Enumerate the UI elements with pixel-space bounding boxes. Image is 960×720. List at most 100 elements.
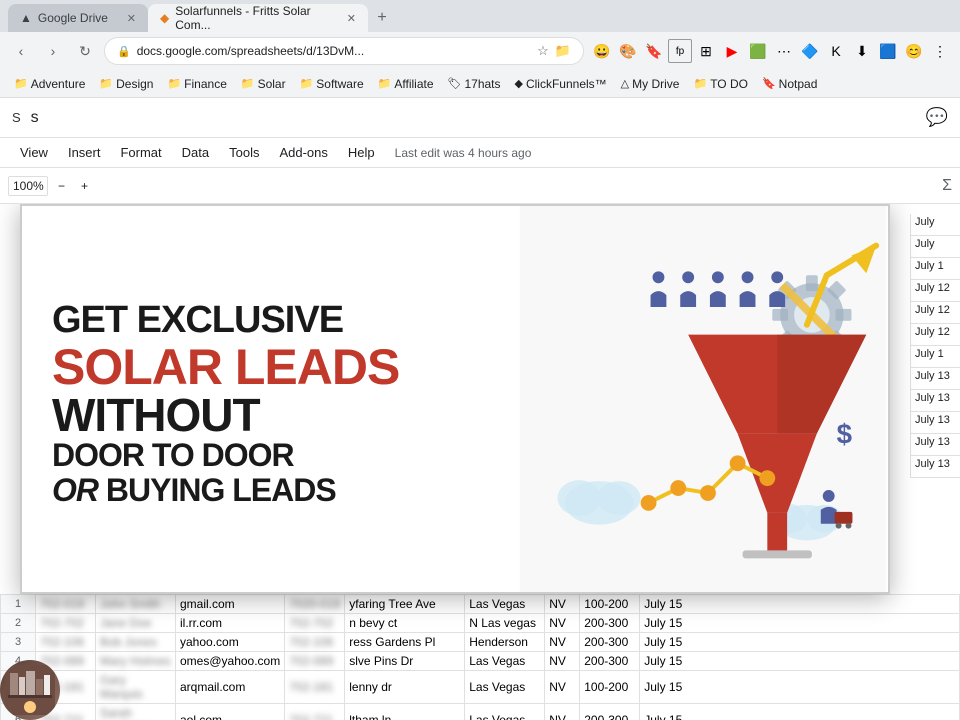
promo-headline-line3: WITHOUT	[52, 392, 488, 438]
bookmark-todo-label: TO DO	[710, 77, 748, 91]
paint-icon[interactable]: 🎨	[616, 39, 640, 63]
profile-avatar[interactable]	[0, 660, 60, 720]
promo-headline-line4: DOOR TO DOOR	[52, 438, 488, 473]
lock-icon: 🔒	[117, 45, 131, 58]
youtube-icon[interactable]: ▶	[720, 39, 744, 63]
promo-graphic-right: $	[518, 206, 888, 592]
folder-adventure-icon: 📁	[14, 77, 28, 90]
table-row: 2 702-702 Jane Doe il.rr.com 702-702 n b…	[1, 614, 960, 633]
cell-name: John Smith	[96, 595, 176, 614]
chat-icon[interactable]: 💬	[926, 107, 948, 128]
right-date-7: July 1	[911, 346, 960, 368]
right-date-1: July	[911, 214, 960, 236]
cell-city-4: Las Vegas	[465, 652, 545, 671]
tab-solarfunnels[interactable]: ◆ Solarfunnels - Fritts Solar Com... ✕	[148, 4, 368, 32]
ext-icon[interactable]: 🔷	[798, 39, 822, 63]
bookmark-notpad-label: Notpad	[779, 77, 818, 91]
promo-headline-line2: SOLAR LEADS	[52, 342, 488, 392]
zoom-level[interactable]: 100%	[8, 176, 48, 196]
solarfunnels-icon: ◆	[160, 11, 169, 25]
bookmark-notpad[interactable]: 🔖 Notpad	[756, 75, 823, 93]
right-date-9: July 13	[911, 390, 960, 412]
bookmark-design-label: Design	[116, 77, 153, 91]
cell-range-3: 200-300	[580, 633, 640, 652]
cell-state-3: NV	[545, 633, 580, 652]
menu-data[interactable]: Data	[174, 141, 217, 164]
tab-close-icon-2[interactable]: ✕	[347, 12, 356, 25]
new-tab-button[interactable]: +	[368, 4, 396, 32]
cell-address-2: n bevy ct	[345, 614, 465, 633]
mydrive-icon: △	[621, 77, 629, 90]
bookmark-solar[interactable]: 📁 Solar	[235, 75, 292, 93]
table-row: 4 702-089 Mary Holmes omes@yahoo.com 702…	[1, 652, 960, 671]
forward-button[interactable]: ›	[40, 38, 66, 64]
profile-bg	[0, 660, 60, 720]
cell-email-1: gmail.com	[176, 595, 285, 614]
cell-date-3: July 15	[640, 633, 960, 652]
table-row: 3 702-106 Bob Jones yahoo.com 702-106 re…	[1, 633, 960, 652]
spreadsheet-area: GET EXCLUSIVE SOLAR LEADS WITHOUT DOOR T…	[0, 204, 960, 720]
bookmark-mydrive[interactable]: △ My Drive	[615, 75, 686, 93]
cell-email-5: arqmail.com	[176, 671, 285, 704]
bookmark-finance[interactable]: 📁 Finance	[161, 75, 232, 93]
folder-icon[interactable]: 📁	[555, 43, 571, 59]
cell-phone2-6: 702-721	[285, 704, 345, 720]
toolbar-zoom-in[interactable]: +	[75, 177, 94, 195]
table-row: 6 702-721 Sarah Lyndham aol.com 702-721 …	[1, 704, 960, 720]
menu-addons-label: Add-ons	[279, 145, 327, 160]
cell-date-6: July 15	[640, 704, 960, 720]
menu-insert[interactable]: Insert	[60, 141, 109, 164]
toolbar-zoom-out[interactable]: −	[52, 177, 71, 195]
bookmark-clickfunnels[interactable]: ◆ ClickFunnels™	[509, 75, 613, 93]
color-swatch-icon[interactable]: 🟩	[746, 39, 770, 63]
spreadsheet-rows-below: 1 702-019 John Smith gmail.com 7020-019 …	[0, 594, 960, 720]
fp-icon[interactable]: fp	[668, 39, 692, 63]
bookmark-icon[interactable]: 🔖	[642, 39, 666, 63]
cell-address-3: ress Gardens Pl	[345, 633, 465, 652]
address-bar[interactable]: 🔒 docs.google.com/spreadsheets/d/13DvM..…	[104, 37, 584, 65]
bookmark-design[interactable]: 📁 Design	[93, 75, 159, 93]
settings-icon[interactable]: ⋮	[928, 39, 952, 63]
sigma-button[interactable]: Σ	[942, 177, 952, 195]
sheets-header-icons: 💬	[926, 107, 948, 128]
smiley2-icon[interactable]: 😊	[902, 39, 926, 63]
bookmark-software[interactable]: 📁 Software	[294, 75, 370, 93]
menu-view[interactable]: View	[12, 141, 56, 164]
folder-finance-icon: 📁	[167, 77, 181, 90]
menu-format[interactable]: Format	[112, 141, 169, 164]
bookmark-mydrive-label: My Drive	[632, 77, 679, 91]
menu-view-label: View	[20, 145, 48, 160]
tab-gdrive[interactable]: ▲ Google Drive ✕	[8, 4, 148, 32]
bookmark-affiliate[interactable]: 📁 Affiliate	[372, 75, 440, 93]
folder-software-icon: 📁	[300, 77, 314, 90]
cell-range-5: 100-200	[580, 671, 640, 704]
bookmark-star-icon[interactable]: ☆	[537, 43, 549, 59]
cell-range-4: 200-300	[580, 652, 640, 671]
bookmark-17hats[interactable]: 🏷 17hats	[442, 75, 507, 93]
sheets-header: S s 💬	[0, 98, 960, 138]
bookmark-todo[interactable]: 📁 TO DO	[687, 75, 753, 93]
puzzle-icon[interactable]: 🟦	[876, 39, 900, 63]
reload-button[interactable]: ↻	[72, 38, 98, 64]
menu-addons[interactable]: Add-ons	[271, 141, 335, 164]
ext2-icon[interactable]: K	[824, 39, 848, 63]
more-icon[interactable]: ⋯	[772, 39, 796, 63]
cell-date-4: July 15	[640, 652, 960, 671]
tab-gdrive-label: Google Drive	[38, 11, 108, 25]
sheets-title: S	[12, 110, 21, 125]
back-button[interactable]: ‹	[8, 38, 34, 64]
menu-help-label: Help	[348, 145, 375, 160]
cell-phone: 702-019	[36, 595, 96, 614]
bookmark-adventure[interactable]: 📁 Adventure	[8, 75, 91, 93]
menu-help[interactable]: Help	[340, 141, 383, 164]
emoji-icon[interactable]: 😀	[590, 39, 614, 63]
download-icon[interactable]: ⬇	[850, 39, 874, 63]
tab-close-icon[interactable]: ✕	[127, 12, 136, 25]
right-date-5: July 12	[911, 302, 960, 324]
cell-address-5: lenny dr	[345, 671, 465, 704]
cell-email-6: aol.com	[176, 704, 285, 720]
grid-icon[interactable]: ⊞	[694, 39, 718, 63]
menu-tools[interactable]: Tools	[221, 141, 267, 164]
right-date-10: July 13	[911, 412, 960, 434]
cell-range-1: 100-200	[580, 595, 640, 614]
